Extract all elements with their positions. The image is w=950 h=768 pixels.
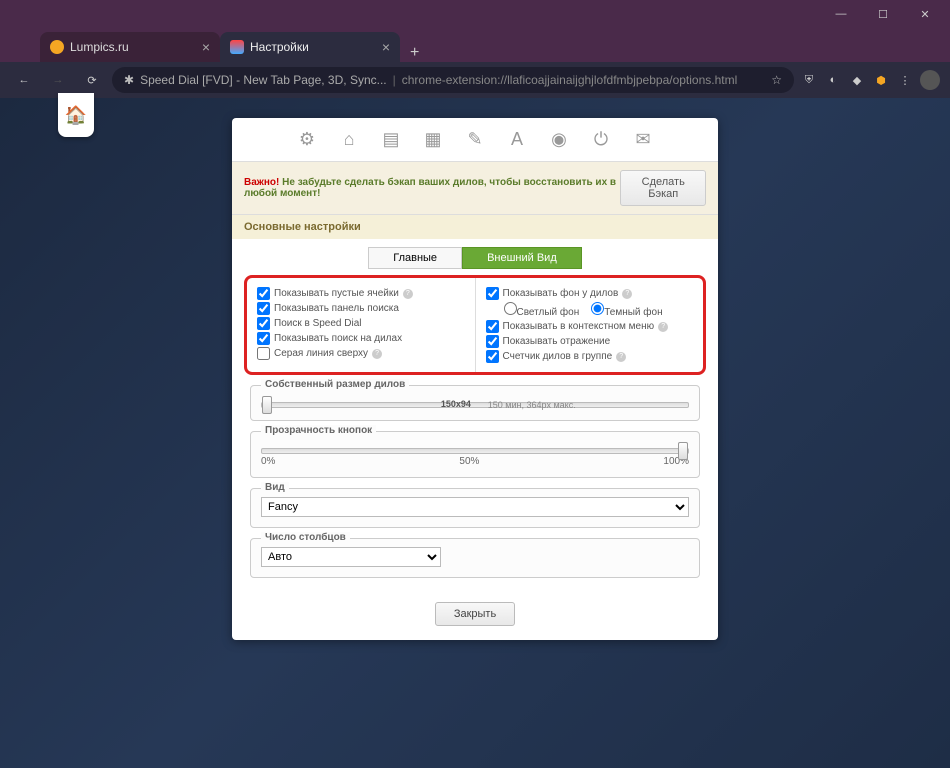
- extension-icon: ✱: [124, 73, 134, 87]
- slider-mark: 50%: [459, 456, 479, 467]
- extension-icon[interactable]: ◆: [848, 71, 866, 89]
- subtab-main[interactable]: Главные: [368, 247, 462, 269]
- opt-search-panel[interactable]: Показывать панель поиска: [257, 301, 465, 316]
- view-select[interactable]: Fancy: [261, 497, 689, 517]
- columns-select[interactable]: Авто: [261, 547, 441, 567]
- backup-warning: Важно! Не забудьте сделать бэкап ваших д…: [232, 162, 718, 215]
- forward-button[interactable]: →: [44, 66, 72, 94]
- warning-text: Важно! Не забудьте сделать бэкап ваших д…: [244, 177, 620, 199]
- tab-lumpics[interactable]: Lumpics.ru ×: [40, 32, 220, 62]
- group-label: Собственный размер дилов: [261, 379, 409, 390]
- opt-gray-line[interactable]: Серая линия сверху?: [257, 346, 465, 361]
- opt-sd-search[interactable]: Поиск в Speed Dial: [257, 316, 465, 331]
- group-opacity: Прозрачность кнопок 0% 50% 100%: [250, 431, 700, 478]
- close-button[interactable]: Закрыть: [435, 602, 515, 626]
- close-icon[interactable]: ×: [382, 40, 390, 54]
- opt-counter[interactable]: Счетчик дилов в группе?: [486, 349, 694, 364]
- help-icon[interactable]: ?: [372, 349, 382, 359]
- tools-icon[interactable]: ✎: [463, 128, 487, 152]
- font-icon[interactable]: A: [505, 128, 529, 152]
- opacity-slider[interactable]: [261, 448, 689, 454]
- power-icon[interactable]: ⏻: [589, 128, 613, 152]
- bookmark-icon[interactable]: ☆: [771, 73, 782, 87]
- globe-icon[interactable]: ◉: [547, 128, 571, 152]
- address-bar: ← → ⟳ ✱ Speed Dial [FVD] - New Tab Page,…: [0, 62, 950, 98]
- close-icon[interactable]: ×: [202, 40, 210, 54]
- gear-icon[interactable]: ⚙: [295, 128, 319, 152]
- window-minimize-button[interactable]: —: [820, 1, 862, 27]
- opt-empty-cells[interactable]: Показывать пустые ячейки?: [257, 286, 465, 301]
- slider-mark: 0%: [261, 456, 275, 467]
- page-content: ⚙ ⌂ ▤ ▦ ✎ A ◉ ⏻ ✉ Важно! Не забудьте сде…: [0, 98, 950, 768]
- section-title: Основные настройки: [232, 215, 718, 239]
- size-slider[interactable]: 150x94 150 мин, 364px макс.: [261, 402, 689, 408]
- window-close-button[interactable]: ✕: [904, 1, 946, 27]
- group-label: Вид: [261, 482, 289, 493]
- url-input[interactable]: ✱ Speed Dial [FVD] - New Tab Page, 3D, S…: [112, 67, 794, 93]
- radio-light-bg[interactable]: Светлый фон: [504, 302, 580, 318]
- tab-settings[interactable]: Настройки ×: [220, 32, 400, 62]
- group-columns: Число столбцов Авто: [250, 538, 700, 578]
- image-icon[interactable]: ▦: [421, 128, 445, 152]
- new-tab-button[interactable]: +: [400, 44, 429, 62]
- opt-reflection[interactable]: Показывать отражение: [486, 334, 694, 349]
- subtab-appearance[interactable]: Внешний Вид: [462, 247, 582, 269]
- opt-search-on-dials[interactable]: Показывать поиск на дилах: [257, 331, 465, 346]
- back-button[interactable]: ←: [10, 66, 38, 94]
- tab-title: Lumpics.ru: [70, 40, 196, 54]
- settings-toolbar: ⚙ ⌂ ▤ ▦ ✎ A ◉ ⏻ ✉: [232, 118, 718, 162]
- help-icon[interactable]: ?: [622, 289, 632, 299]
- panel-footer: Закрыть: [232, 588, 718, 640]
- opt-context-menu[interactable]: Показывать в контекстном меню?: [486, 319, 694, 334]
- window-maximize-button[interactable]: ☐: [862, 1, 904, 27]
- help-icon[interactable]: ?: [616, 352, 626, 362]
- highlighted-options: Показывать пустые ячейки? Показывать пан…: [244, 275, 706, 375]
- subtab-row: Главные Внешний Вид: [232, 239, 718, 269]
- avatar[interactable]: [920, 70, 940, 90]
- favicon-settings: [230, 40, 244, 54]
- home-badge[interactable]: 🏠: [58, 93, 94, 137]
- url-title: Speed Dial [FVD] - New Tab Page, 3D, Syn…: [140, 73, 387, 87]
- extension-icon[interactable]: ⬢: [872, 71, 890, 89]
- group-label: Прозрачность кнопок: [261, 425, 376, 436]
- opt-dial-bg[interactable]: Показывать фон у дилов?: [486, 286, 694, 301]
- page-icon[interactable]: ▤: [379, 128, 403, 152]
- tab-strip: Lumpics.ru × Настройки × +: [0, 28, 950, 62]
- menu-icon[interactable]: ⋮: [896, 71, 914, 89]
- help-icon[interactable]: ?: [658, 322, 668, 332]
- radio-dark-bg[interactable]: Темный фон: [591, 302, 662, 318]
- extension-icon[interactable]: ⛨: [800, 71, 818, 89]
- settings-panel: ⚙ ⌂ ▤ ▦ ✎ A ◉ ⏻ ✉ Важно! Не забудьте сде…: [232, 118, 718, 640]
- group-view: Вид Fancy: [250, 488, 700, 528]
- group-dial-size: Собственный размер дилов 150x94 150 мин,…: [250, 385, 700, 421]
- tab-title: Настройки: [250, 40, 376, 54]
- window-titlebar: — ☐ ✕: [0, 0, 950, 28]
- backup-button[interactable]: Сделать Бэкап: [620, 170, 706, 206]
- mail-icon[interactable]: ✉: [631, 128, 655, 152]
- reload-button[interactable]: ⟳: [78, 66, 106, 94]
- home-icon[interactable]: ⌂: [337, 128, 361, 152]
- help-icon[interactable]: ?: [403, 289, 413, 299]
- favicon-lumpics: [50, 40, 64, 54]
- extension-icon[interactable]: ◐: [824, 71, 842, 89]
- home-icon: 🏠: [65, 105, 87, 126]
- url-path: chrome-extension://llaficoajjainaijghjlo…: [402, 73, 738, 87]
- group-label: Число столбцов: [261, 532, 350, 543]
